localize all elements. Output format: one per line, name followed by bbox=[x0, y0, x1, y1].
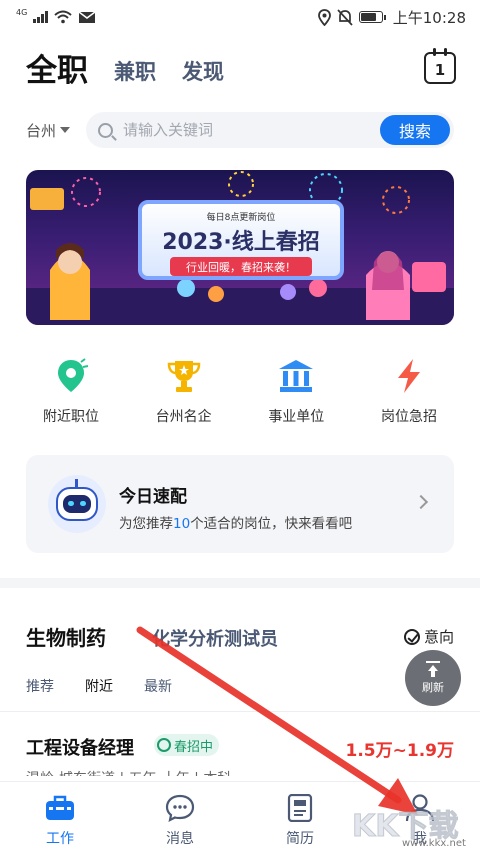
quick-entry-label: 附近职位 bbox=[43, 409, 99, 425]
caret-down-icon bbox=[60, 127, 71, 133]
refresh-label: 刷新 bbox=[422, 681, 444, 694]
network-type: 4G bbox=[16, 7, 28, 17]
battery-icon bbox=[358, 11, 386, 23]
nav-label: 简历 bbox=[286, 831, 314, 847]
quick-entry-urgent-hiring[interactable]: 岗位急招 bbox=[364, 356, 454, 428]
category-tabs: 生物制药 化学分析测试员 意向 bbox=[26, 622, 456, 654]
category-tab[interactable]: 化学分析测试员 bbox=[152, 625, 278, 651]
nav-label: 消息 bbox=[166, 831, 194, 847]
job-salary: 1.5万~1.9万 bbox=[345, 741, 454, 761]
resume-icon bbox=[287, 794, 313, 822]
wifi-icon bbox=[54, 10, 72, 24]
status-left: 4G bbox=[16, 7, 96, 24]
refresh-up-arrow-icon bbox=[424, 661, 442, 677]
promo-banner[interactable]: 每日8点更新岗位 2023·线上春招 行业回暖，春招来袭！ bbox=[26, 170, 454, 325]
location-pin-icon bbox=[58, 358, 89, 392]
search-input[interactable] bbox=[123, 121, 353, 139]
nav-messages[interactable]: 消息 bbox=[120, 782, 240, 853]
quick-entry-label: 岗位急招 bbox=[380, 409, 437, 425]
quick-entry-label: 事业单位 bbox=[268, 409, 325, 425]
briefcase-icon bbox=[46, 795, 74, 820]
quick-entry-nearby-jobs[interactable]: 附近职位 bbox=[26, 356, 116, 428]
signal-icon bbox=[33, 11, 49, 23]
section-divider bbox=[0, 578, 480, 588]
match-desc-suffix: 个适合的岗位，快来看看吧 bbox=[190, 516, 353, 532]
banner-title: 2023·线上春招 bbox=[162, 230, 320, 255]
match-desc-prefix: 为您推荐 bbox=[119, 516, 173, 532]
status-right: 上午10:28 bbox=[317, 7, 466, 28]
badge-leaf-icon bbox=[157, 738, 171, 752]
search-button[interactable]: 搜索 bbox=[380, 115, 450, 145]
sort-latest[interactable]: 最新 bbox=[144, 676, 172, 696]
tab-discover[interactable]: 发现 bbox=[182, 56, 224, 92]
daily-match-card[interactable]: 今日速配 为您推荐10个适合的岗位，快来看看吧 bbox=[26, 455, 454, 553]
banner-ribbon: 行业回暖，春招来袭！ bbox=[170, 257, 312, 276]
trophy-icon bbox=[167, 361, 200, 392]
calendar-day: 1 bbox=[434, 60, 446, 79]
mail-icon bbox=[78, 10, 96, 23]
search-icon bbox=[98, 122, 113, 138]
spring-hiring-badge: 春招中 bbox=[154, 734, 220, 756]
banner-stage-board: 每日8点更新岗位 2023·线上春招 行业回暖，春招来袭！ bbox=[138, 200, 344, 280]
city-label: 台州 bbox=[26, 121, 57, 140]
sort-nearby[interactable]: 附近 bbox=[85, 676, 113, 696]
sort-recommended[interactable]: 推荐 bbox=[26, 676, 54, 696]
robot-avatar-icon bbox=[48, 475, 106, 533]
badge-label: 春招中 bbox=[174, 739, 214, 755]
watermark-url: www.kkx.net bbox=[402, 838, 466, 849]
robot-antenna bbox=[75, 479, 78, 487]
job-meta: 温岭-城东街道 | 五年-十年 | 本科 bbox=[26, 768, 231, 776]
mute-bell-icon bbox=[337, 8, 353, 26]
chevron-right-icon bbox=[413, 494, 429, 510]
clock: 上午10:28 bbox=[392, 8, 466, 27]
quick-entry-label: 台州名企 bbox=[155, 409, 212, 425]
robot-head bbox=[56, 487, 98, 521]
intent-label: 意向 bbox=[423, 628, 454, 646]
banner-subtitle: 每日8点更新岗位 bbox=[206, 213, 276, 223]
intent-button[interactable]: 意向 bbox=[403, 626, 454, 647]
search-box: 搜索 bbox=[86, 112, 454, 148]
refresh-button[interactable]: 刷新 bbox=[405, 650, 461, 706]
location-icon bbox=[317, 8, 331, 26]
job-list-item[interactable]: 工程设备经理 春招中 1.5万~1.9万 温岭-城东街道 | 五年-十年 | 本… bbox=[26, 730, 456, 776]
status-bar: 4G 上午10:28 bbox=[0, 0, 480, 34]
tab-fulltime[interactable]: 全职 bbox=[26, 45, 88, 92]
robot-face bbox=[63, 495, 91, 513]
search-row: 台州 搜索 bbox=[26, 112, 454, 148]
category-tab-active[interactable]: 生物制药 bbox=[26, 622, 106, 651]
quick-entry-row: 附近职位 台州名企 事业单位 岗位急招 bbox=[26, 356, 454, 428]
battery-fill bbox=[360, 13, 376, 21]
quick-entry-famous-companies[interactable]: 台州名企 bbox=[139, 356, 229, 428]
job-type-tabs: 全职 兼职 发现 1 bbox=[26, 48, 456, 92]
calendar-icon[interactable]: 1 bbox=[424, 48, 456, 84]
list-separator bbox=[0, 711, 480, 712]
match-description: 为您推荐10个适合的岗位，快来看看吧 bbox=[119, 512, 352, 532]
match-title: 今日速配 bbox=[119, 487, 187, 507]
city-selector[interactable]: 台州 bbox=[26, 120, 86, 141]
tab-parttime[interactable]: 兼职 bbox=[114, 56, 156, 92]
intent-check-icon bbox=[403, 628, 420, 645]
nav-work[interactable]: 工作 bbox=[0, 782, 120, 853]
nav-label: 工作 bbox=[46, 831, 74, 847]
bank-icon bbox=[279, 360, 314, 392]
chat-bubble-icon bbox=[165, 794, 195, 822]
quick-entry-public-institutions[interactable]: 事业单位 bbox=[251, 356, 341, 428]
sort-options: 推荐 附近 最新 bbox=[26, 676, 172, 696]
job-title: 工程设备经理 bbox=[26, 738, 134, 759]
nav-resume[interactable]: 简历 bbox=[240, 782, 360, 853]
lightning-icon bbox=[397, 359, 420, 393]
match-count: 10 bbox=[173, 516, 191, 532]
